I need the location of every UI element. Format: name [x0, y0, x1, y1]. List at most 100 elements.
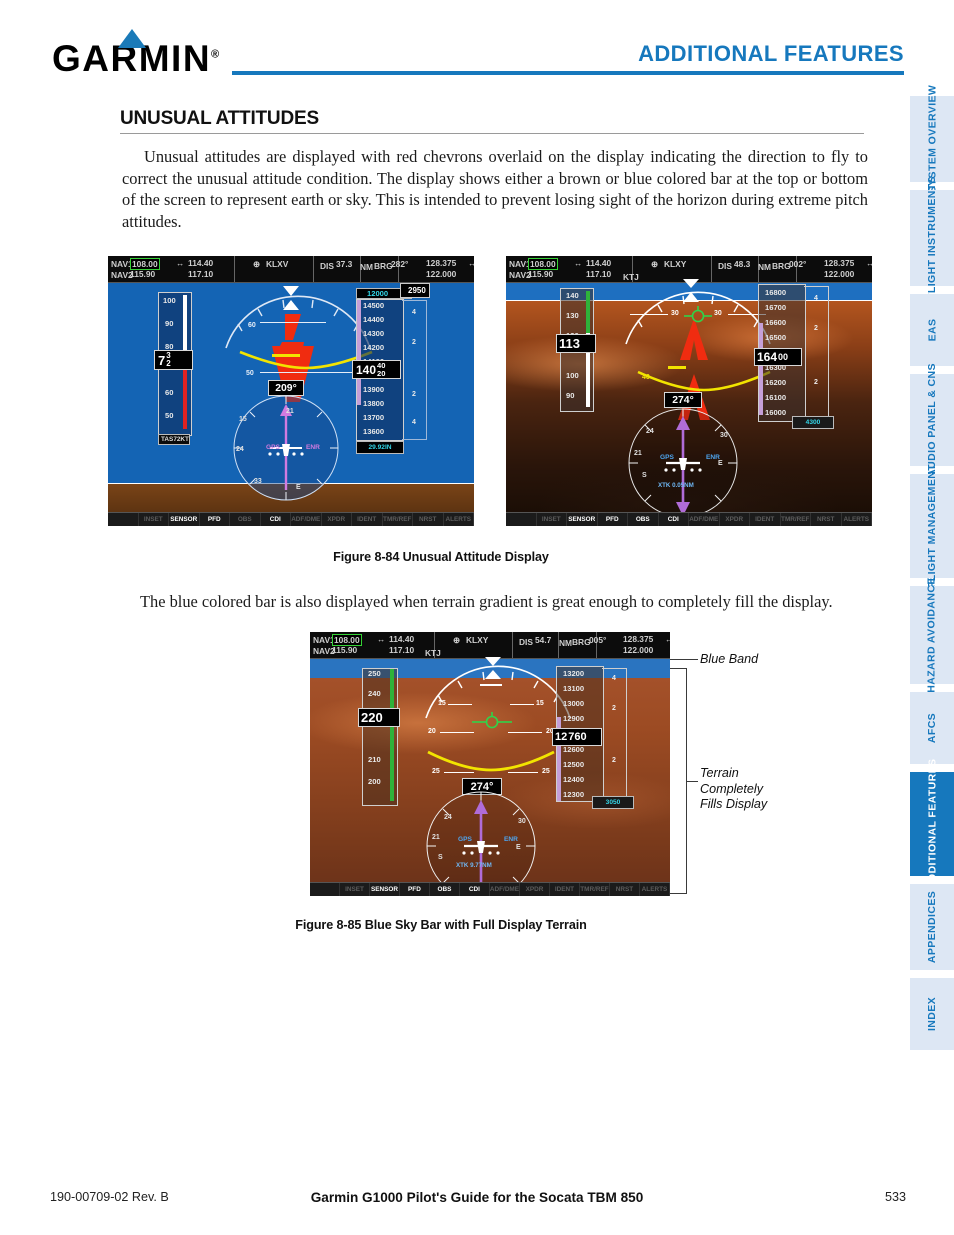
vsi-tick: 2: [814, 325, 818, 332]
pitch-line-15-left: [448, 704, 472, 705]
active-waypoint: KLXY: [664, 259, 687, 269]
tab-label: AFCS: [926, 712, 938, 744]
altitude-value: 140: [356, 362, 377, 377]
annotation-blue-band: Blue Band: [700, 652, 759, 666]
softkey-blank[interactable]: [108, 513, 139, 526]
sidebar-tab-eas[interactable]: EAS: [910, 294, 954, 366]
softkey-pfd[interactable]: PFD: [200, 513, 230, 526]
softkey-cdi[interactable]: CDI: [460, 883, 490, 896]
softkey-nrst[interactable]: NRST: [413, 513, 444, 526]
sidebar-tab-system-overview[interactable]: SYSTEM OVERVIEW: [910, 85, 954, 193]
barometric-setting: 4300: [792, 416, 834, 429]
softkey-nrst[interactable]: NRST: [610, 883, 640, 896]
airspeed-tick: 50: [165, 411, 174, 420]
altitude-tick: 16200: [765, 378, 787, 387]
altitude-tens: 00: [778, 352, 789, 362]
tab-label: FLIGHT MANAGEMENT: [926, 463, 939, 589]
altitude-tick: 14200: [363, 343, 385, 352]
sidebar-tab-index[interactable]: INDEX: [910, 978, 954, 1050]
brg-label: BRG: [572, 637, 591, 647]
altitude-tick: 13900: [363, 385, 385, 394]
tas-label: TAS: [161, 436, 174, 443]
chapter-tab-rail: SYSTEM OVERVIEW FLIGHT INSTRUMENTS EAS A…: [910, 85, 954, 1058]
softkey-tmr-ref[interactable]: TMR/REF: [781, 513, 811, 526]
softkey-tmr-ref[interactable]: TMR/REF: [580, 883, 610, 896]
softkey-alerts[interactable]: ALERTS: [444, 513, 474, 526]
altitude-tick: 14500: [363, 301, 385, 310]
softkey-nrst[interactable]: NRST: [811, 513, 842, 526]
bracket-bottom: [670, 893, 687, 894]
softkey-sensor[interactable]: SENSOR: [370, 883, 400, 896]
softkey-adf-dme[interactable]: ADF/DME: [291, 513, 322, 526]
sidebar-tab-audio-panel-cns[interactable]: AUDIO PANEL & CNS: [910, 363, 954, 477]
softkey-alerts[interactable]: ALERTS: [842, 513, 872, 526]
brg-label: BRG: [772, 261, 791, 271]
softkey-sensor[interactable]: SENSOR: [169, 513, 200, 526]
softkey-xpdr[interactable]: XPDR: [322, 513, 352, 526]
aircraft-symbol: [427, 750, 555, 772]
vsi-tick: 2: [612, 705, 616, 712]
figure-caption-8-85: Figure 8-85 Blue Sky Bar with Full Displ…: [295, 918, 587, 932]
dis-value: 54.7: [535, 635, 552, 645]
softkey-inset[interactable]: INSET: [139, 513, 169, 526]
softkey-obs[interactable]: OBS: [230, 513, 261, 526]
softkey-tmr-ref[interactable]: TMR/REF: [383, 513, 413, 526]
softkey-blank[interactable]: [310, 883, 340, 896]
softkey-blank[interactable]: [506, 513, 537, 526]
altitude-readout: 12 760: [552, 728, 602, 746]
section-heading: UNUSUAL ATTITUDES: [120, 108, 319, 129]
compass-label: 24: [444, 814, 452, 821]
softkey-adf-dme[interactable]: ADF/DME: [689, 513, 720, 526]
nav-mode-label: KTJ: [623, 272, 639, 282]
sidebar-tab-flight-instruments[interactable]: FLIGHT INSTRUMENTS: [910, 176, 954, 300]
softkey-ident[interactable]: IDENT: [550, 883, 580, 896]
pfd-screenshot-unusual-attitude-nose-low: NAV1 108.00 ↔ 114.40 NAV2 115.90 117.10 …: [506, 256, 872, 526]
active-waypoint: KLXV: [266, 259, 289, 269]
nav-status-bar: NAV1 108.00 ↔ 114.40 NAV2 115.90 117.10 …: [310, 632, 670, 659]
softkey-cdi[interactable]: CDI: [261, 513, 291, 526]
altitude-tick: 13100: [563, 684, 585, 693]
softkey-obs[interactable]: OBS: [430, 883, 460, 896]
pfd-screenshot-unusual-attitude-nose-high: NAV1 108.00 ↔ 114.40 NAV2 115.90 117.10 …: [108, 256, 474, 526]
pitch-line-20-right: [508, 732, 542, 733]
altitude-tick: 12500: [563, 760, 585, 769]
softkey-bar: INSET SENSOR PFD OBS CDI ADF/DME XPDR ID…: [310, 882, 670, 896]
altitude-tick: 12900: [563, 714, 585, 723]
sidebar-tab-additional-features[interactable]: ADDITIONAL FEATURES: [910, 759, 954, 889]
altitude-tick: 16000: [765, 408, 787, 417]
softkey-xpdr[interactable]: XPDR: [520, 883, 551, 896]
airspeed-value: 113: [559, 336, 580, 351]
barometric-setting: 3050: [592, 796, 634, 809]
nav-mode-label: KTJ: [425, 648, 441, 658]
softkey-ident[interactable]: IDENT: [750, 513, 781, 526]
softkey-pfd[interactable]: PFD: [598, 513, 628, 526]
airspeed-tick: 250: [368, 669, 381, 678]
sidebar-tab-hazard-avoidance[interactable]: HAZARD AVOIDANCE: [910, 577, 954, 693]
pitch-label-30-right: 30: [714, 310, 722, 317]
vsi-tick: 4: [814, 295, 818, 302]
brg-value: 282°: [391, 259, 409, 269]
softkey-cdi[interactable]: CDI: [659, 513, 689, 526]
pitch-line-25-right: [508, 772, 538, 773]
dis-unit: NM: [559, 638, 573, 648]
altitude-tick: 16800: [765, 288, 787, 297]
softkey-sensor[interactable]: SENSOR: [567, 513, 598, 526]
softkey-inset[interactable]: INSET: [340, 883, 370, 896]
sidebar-tab-afcs[interactable]: AFCS: [910, 692, 954, 764]
compass-label: 21: [286, 408, 294, 415]
vertical-speed-indicator: 4 2 2: [602, 668, 627, 800]
softkey-obs[interactable]: OBS: [628, 513, 659, 526]
baro-value: 29.92IN: [368, 444, 392, 451]
tas-value: 72KT: [173, 436, 189, 443]
pitch-label-30-left: 30: [671, 310, 679, 317]
airspeed-tick: 130: [566, 311, 579, 320]
softkey-inset[interactable]: INSET: [537, 513, 567, 526]
softkey-adf-dme[interactable]: ADF/DME: [490, 883, 521, 896]
softkey-pfd[interactable]: PFD: [400, 883, 430, 896]
softkey-xpdr[interactable]: XPDR: [720, 513, 750, 526]
flight-path-marker-icon: [472, 712, 512, 729]
softkey-ident[interactable]: IDENT: [352, 513, 383, 526]
softkey-alerts[interactable]: ALERTS: [640, 883, 670, 896]
altitude-tick: 16700: [765, 303, 787, 312]
enroute-label: ENR: [504, 836, 518, 843]
